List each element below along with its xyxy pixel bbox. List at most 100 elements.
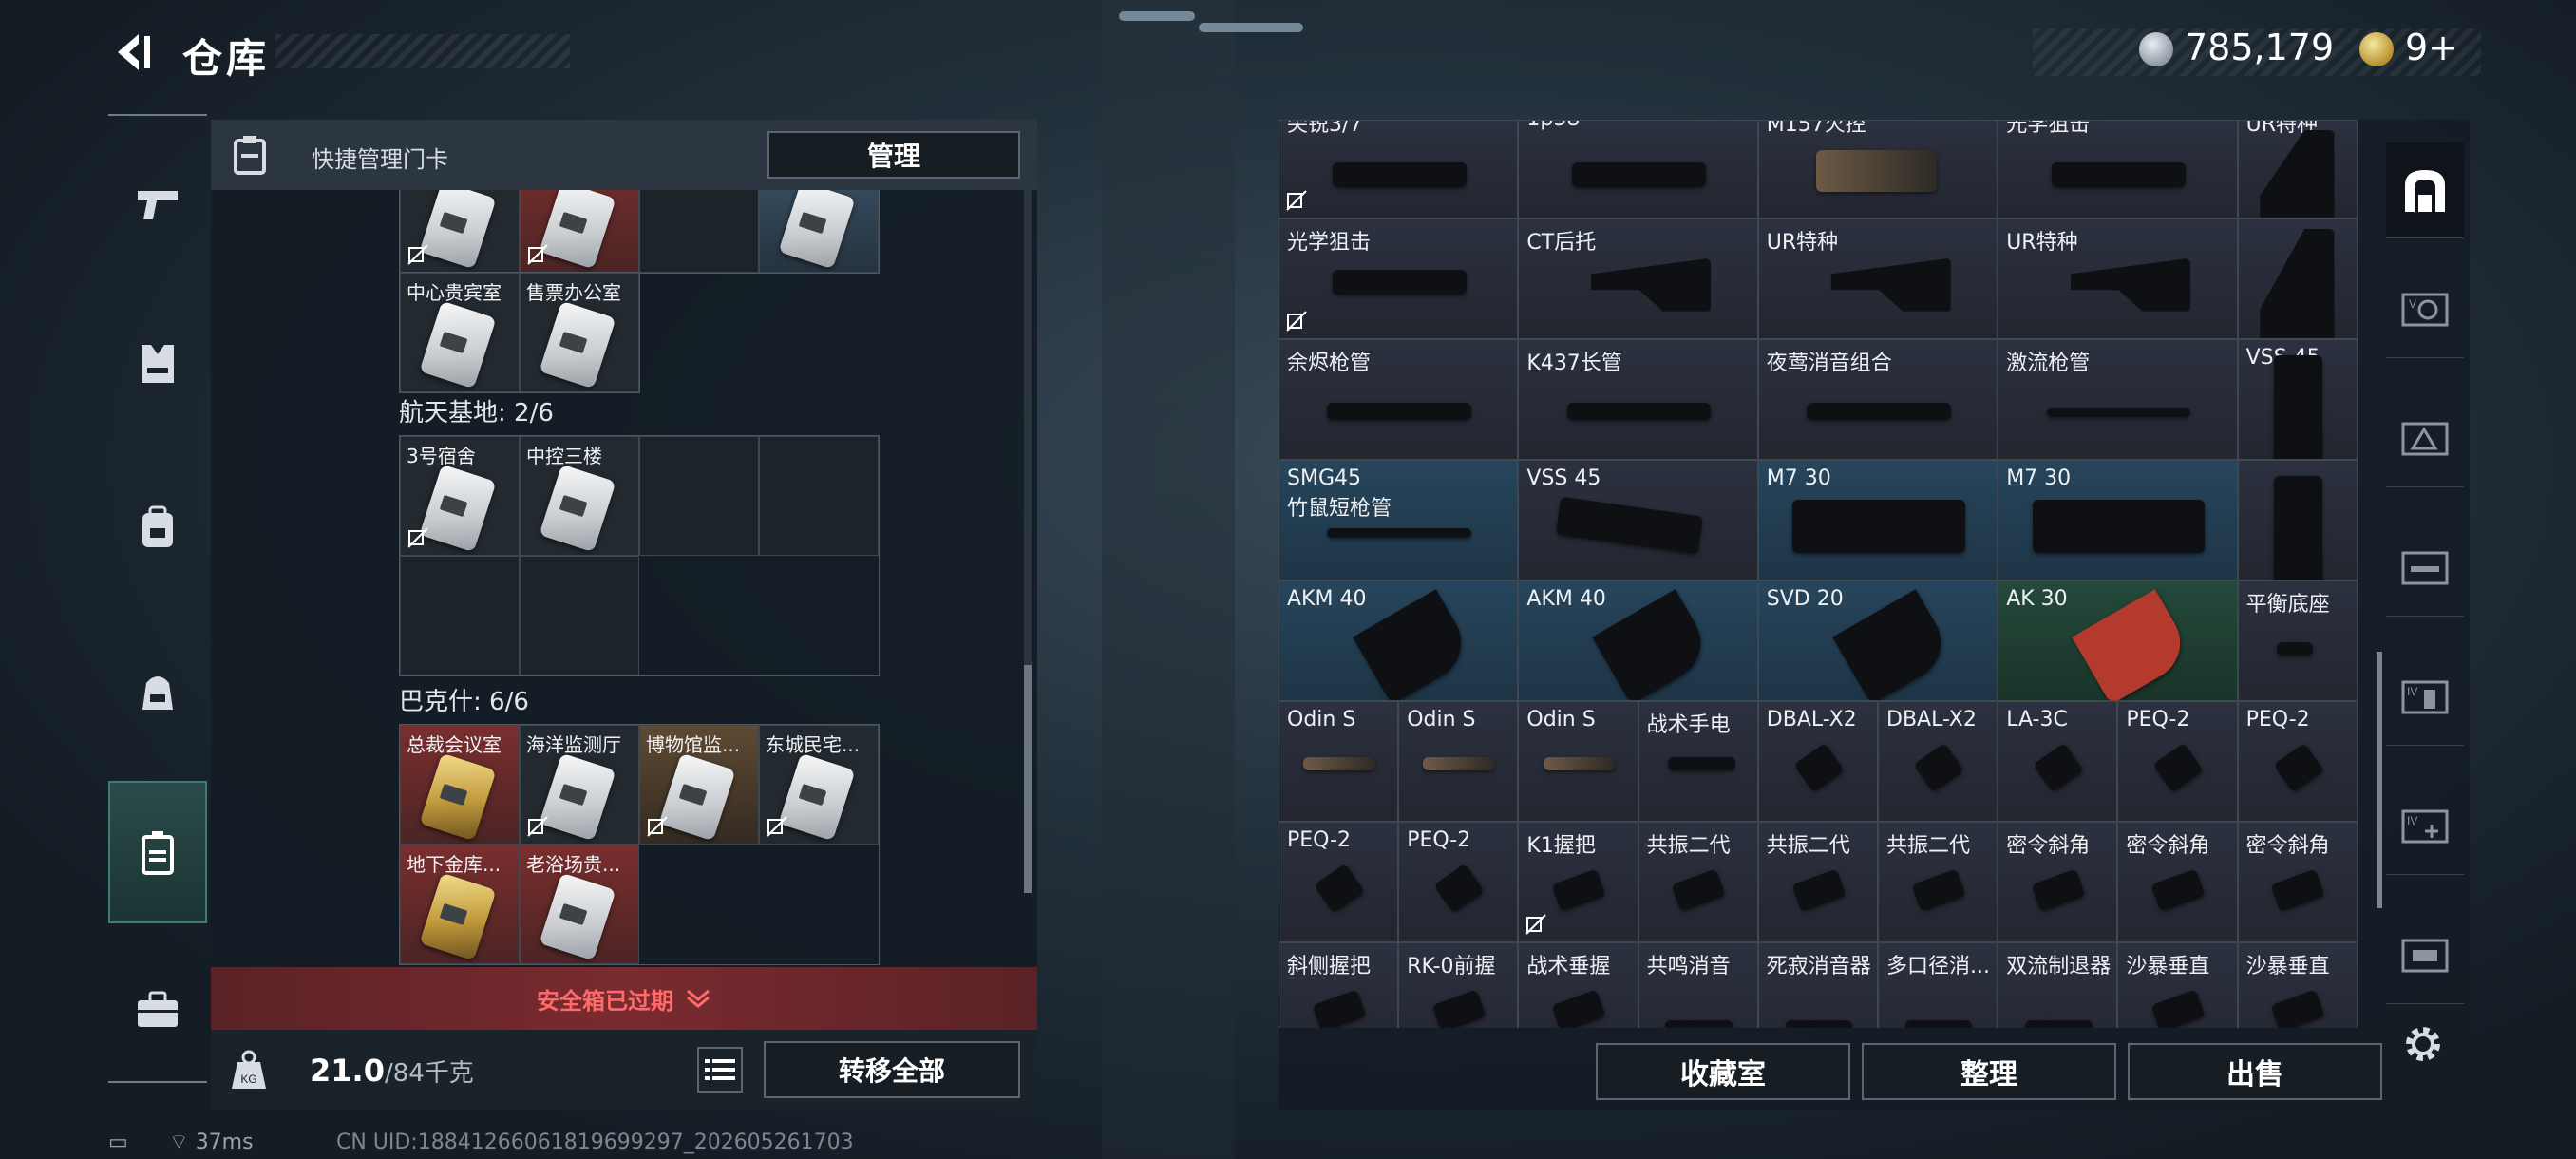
keycard-list[interactable]: 中心贵宾室 售票办公室 航天基地: 2/6 3号宿舍 中控三楼 巴克什: 6/6 总… — [211, 190, 1037, 967]
storage-item-continued[interactable] — [2237, 218, 2358, 339]
nav-item-backpack[interactable] — [108, 619, 207, 762]
mag-tall-image — [2274, 355, 2322, 459]
storage-item[interactable]: 沙暴垂直 — [2117, 942, 2238, 1028]
storage-item[interactable]: 光学狙击 — [1279, 218, 1519, 339]
storage-item[interactable]: 密令斜角 — [2117, 822, 2238, 942]
back-button[interactable] — [106, 27, 158, 78]
storage-item[interactable]: SVD 20 — [1757, 580, 1998, 701]
storage-item[interactable]: PEQ-2 — [2117, 701, 2238, 822]
nav-item-weapons[interactable] — [108, 133, 207, 276]
storage-item[interactable]: AKM 40 — [1279, 580, 1519, 701]
sell-button[interactable]: 出售 — [2128, 1043, 2382, 1100]
storage-item[interactable]: 光学狙击 — [1998, 120, 2238, 218]
left-scrollbar-thumb[interactable] — [1024, 665, 1032, 893]
ticket-amount[interactable]: 9+ — [2405, 27, 2458, 68]
rnav-misc[interactable] — [2386, 908, 2464, 1004]
storage-item[interactable]: Odin S — [1398, 701, 1519, 822]
storage-item-grid[interactable]: 尖锐3/71p58M157火控光学狙击UR特种光学狙击CT后托UR特种UR特种余… — [1279, 120, 2464, 1028]
storage-item[interactable]: 1p58 — [1518, 120, 1758, 218]
nav-item-keycards[interactable] — [108, 781, 207, 923]
storage-item[interactable]: M157火控 — [1757, 120, 1998, 218]
keycard-slot[interactable]: 博物馆监... — [639, 725, 759, 845]
storage-item[interactable]: 共鸣消音 — [1638, 942, 1758, 1028]
storage-item[interactable]: SMG45 竹鼠短枪管 — [1279, 460, 1519, 580]
keycard-slot[interactable]: 中控三楼 — [520, 436, 639, 556]
keycard-slot[interactable]: 总裁会议室 — [400, 725, 520, 845]
storage-item[interactable]: 共振二代 — [1757, 822, 1878, 942]
keycard-slot[interactable]: 地下金库... — [400, 845, 520, 964]
empty-slot[interactable] — [520, 556, 639, 675]
storage-item[interactable]: M7 30 — [1998, 460, 2238, 580]
storage-item[interactable]: DBAL-X2 — [1757, 701, 1878, 822]
empty-slot[interactable] — [759, 436, 879, 556]
storage-item[interactable]: 战术手电 — [1638, 701, 1758, 822]
nav-item-armor[interactable] — [108, 293, 207, 435]
rnav-all[interactable] — [2386, 142, 2464, 238]
empty-slot[interactable] — [639, 190, 759, 273]
storage-item[interactable]: VSS 45 — [2237, 339, 2358, 460]
storage-item[interactable]: 密令斜角 — [1998, 822, 2118, 942]
storage-item[interactable]: LA-3C — [1998, 701, 2118, 822]
storage-item[interactable]: M7 30 — [1757, 460, 1998, 580]
scope-image — [1332, 162, 1467, 187]
svg-text:V: V — [2409, 297, 2416, 311]
collection-room-button[interactable]: 收藏室 — [1596, 1043, 1850, 1100]
rnav-stock[interactable] — [2386, 391, 2464, 487]
organize-button[interactable]: 整理 — [1862, 1043, 2116, 1100]
storage-item[interactable]: K1握把 — [1518, 822, 1638, 942]
storage-item[interactable]: 斜侧握把 — [1279, 942, 1399, 1028]
keycard-slot[interactable]: 3号宿舍 — [400, 436, 520, 556]
storage-item[interactable]: RK-0前握 — [1398, 942, 1519, 1028]
keycard-slot[interactable] — [400, 190, 520, 273]
rnav-scope[interactable]: V — [2386, 262, 2464, 358]
keycard-slot[interactable]: 中心贵宾室 — [400, 273, 520, 392]
storage-item[interactable]: 多口径消... — [1878, 942, 1998, 1028]
safe-box-expired-bar[interactable]: 安全箱已过期 — [211, 967, 1037, 1030]
settings-button[interactable] — [2399, 1020, 2447, 1068]
storage-item[interactable]: DBAL-X2 — [1878, 701, 1998, 822]
storage-item[interactable]: PEQ-2 — [1398, 822, 1519, 942]
nav-item-bag[interactable] — [108, 456, 207, 598]
storage-item[interactable]: Odin S — [1279, 701, 1399, 822]
storage-item[interactable]: 夜莺消音组合 — [1757, 339, 1998, 460]
storage-item[interactable]: VSS 45 — [1518, 460, 1758, 580]
item-name: 光学狙击 — [2006, 120, 2091, 137]
nav-item-toolkit[interactable] — [108, 939, 207, 1081]
storage-item[interactable]: AK 30 — [1998, 580, 2238, 701]
storage-item[interactable]: CT后托 — [1518, 218, 1758, 339]
keycard-slot[interactable]: 东城民宅... — [759, 725, 879, 845]
empty-slot[interactable] — [639, 436, 759, 556]
storage-item[interactable]: UR特种 — [1757, 218, 1998, 339]
storage-item[interactable]: 共振二代 — [1638, 822, 1758, 942]
storage-item[interactable]: 沙暴垂直 — [2237, 942, 2358, 1028]
list-view-button[interactable] — [697, 1047, 743, 1092]
storage-item[interactable]: 双流制退器 — [1998, 942, 2118, 1028]
storage-item[interactable]: K437长管 — [1518, 339, 1758, 460]
rnav-barrel[interactable] — [2386, 521, 2464, 617]
keycard-slot[interactable] — [520, 190, 639, 273]
storage-item[interactable]: PEQ-2 — [1279, 822, 1399, 942]
storage-item[interactable]: PEQ-2 — [2237, 701, 2358, 822]
transfer-all-button[interactable]: 转移全部 — [764, 1041, 1020, 1098]
keycard-slot[interactable]: 售票办公室 — [520, 273, 639, 392]
storage-item[interactable]: 余烬枪管 — [1279, 339, 1519, 460]
storage-item[interactable]: UR特种 — [1998, 218, 2238, 339]
keycard-slot[interactable]: 老浴场贵... — [520, 845, 639, 964]
rnav-grip[interactable]: IV — [2386, 779, 2464, 875]
empty-slot[interactable] — [400, 556, 520, 675]
rnav-magazine[interactable]: IV — [2386, 650, 2464, 746]
manage-button[interactable]: 管理 — [767, 131, 1020, 179]
storage-item[interactable]: UR特种 — [2237, 120, 2358, 218]
storage-item[interactable]: 战术垂握 — [1518, 942, 1638, 1028]
storage-item[interactable]: 平衡底座 — [2237, 580, 2358, 701]
storage-item[interactable]: AKM 40 — [1518, 580, 1758, 701]
storage-item[interactable]: 激流枪管 — [1998, 339, 2238, 460]
storage-item[interactable]: 密令斜角 — [2237, 822, 2358, 942]
keycard-slot[interactable]: 海洋监测厅 — [520, 725, 639, 845]
storage-item[interactable]: 共振二代 — [1878, 822, 1998, 942]
storage-item[interactable]: Odin S — [1518, 701, 1638, 822]
storage-item[interactable]: 死寂消音器 — [1757, 942, 1878, 1028]
storage-item[interactable]: 尖锐3/7 — [1279, 120, 1519, 218]
storage-item-continued[interactable] — [2237, 460, 2358, 580]
keycard-slot[interactable] — [759, 190, 879, 273]
